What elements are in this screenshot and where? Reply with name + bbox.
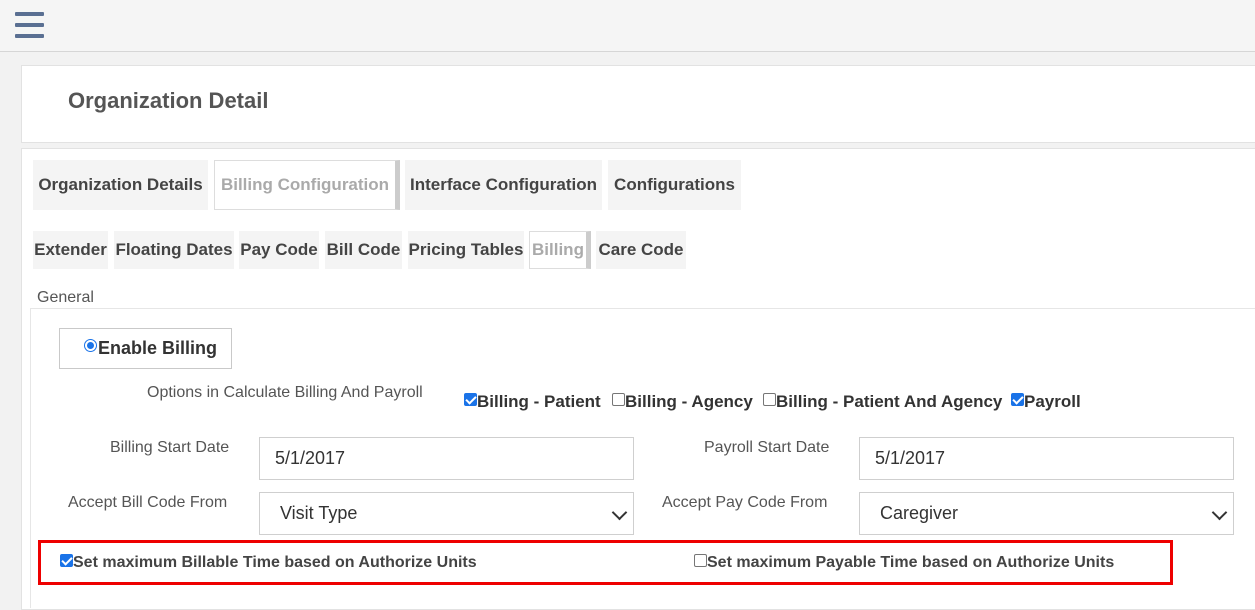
- chevron-down-icon: [611, 504, 628, 521]
- payroll-start-date-label: Payroll Start Date: [704, 439, 830, 456]
- hamburger-menu-icon[interactable]: [15, 12, 44, 38]
- accept-bill-code-from-label: Accept Bill Code From: [68, 494, 228, 511]
- subtab-label: Bill Code: [326, 240, 401, 259]
- subtab-pricing-tables[interactable]: Pricing Tables: [408, 231, 524, 269]
- main-card: Organization Details Billing Configurati…: [21, 148, 1255, 610]
- max-payable-time-checkbox[interactable]: Set maximum Payable Time based on Author…: [694, 554, 1114, 572]
- billing-start-date-input[interactable]: 5/1/2017: [259, 437, 634, 480]
- option-label: Payroll: [1024, 392, 1081, 411]
- checkbox-unchecked-icon[interactable]: [612, 393, 625, 406]
- radio-selected-icon[interactable]: [84, 339, 97, 352]
- option-billing-agency[interactable]: Billing - Agency: [612, 392, 753, 412]
- select-value: Caregiver: [880, 503, 959, 523]
- subtab-floating-dates[interactable]: Floating Dates: [114, 231, 234, 269]
- checkbox-unchecked-icon[interactable]: [763, 393, 776, 406]
- options-label: Options in Calculate Billing And Payroll: [147, 384, 423, 401]
- subtab-pay-code[interactable]: Pay Code: [239, 231, 319, 269]
- page-title: Organization Detail: [68, 88, 269, 113]
- checkbox-checked-icon[interactable]: [464, 393, 477, 406]
- enable-billing-label: Enable Billing: [98, 338, 218, 358]
- checkbox-unchecked-icon[interactable]: [694, 554, 707, 567]
- billing-start-date-label: Billing Start Date: [110, 439, 230, 456]
- tab-label: Configurations: [614, 175, 735, 194]
- chevron-down-icon: [1211, 504, 1228, 521]
- subtab-label: Care Code: [598, 240, 684, 259]
- select-value: Visit Type: [280, 503, 358, 523]
- tab-billing-configuration[interactable]: Billing Configuration: [214, 160, 400, 210]
- checkbox-checked-icon[interactable]: [60, 554, 73, 567]
- option-label: Billing - Agency: [625, 392, 753, 411]
- section-border: [30, 308, 31, 608]
- option-billing-patient-and-agency[interactable]: Billing - Patient And Agency: [763, 392, 1002, 412]
- tab-configurations[interactable]: Configurations: [608, 160, 741, 210]
- subtab-label: Floating Dates: [115, 240, 233, 259]
- tab-label: Organization Details: [38, 175, 203, 194]
- subtab-label: Extender: [34, 240, 107, 259]
- accept-pay-code-from-label: Accept Pay Code From: [662, 494, 828, 511]
- subtab-bill-code[interactable]: Bill Code: [325, 231, 402, 269]
- tab-label: Interface Configuration: [409, 175, 597, 194]
- header-card: Organization Detail: [21, 65, 1255, 143]
- tab-interface-configuration[interactable]: Interface Configuration: [405, 160, 602, 210]
- payroll-start-date-input[interactable]: 5/1/2017: [859, 437, 1234, 480]
- option-billing-patient[interactable]: Billing - Patient: [464, 392, 601, 412]
- max-billable-time-checkbox[interactable]: Set maximum Billable Time based on Autho…: [60, 554, 477, 572]
- tab-label: Billing Configuration: [220, 175, 390, 194]
- top-bar: [0, 0, 1255, 52]
- max-billable-label: Set maximum Billable Time based on Autho…: [73, 554, 477, 571]
- option-label: Billing - Patient: [477, 392, 601, 411]
- max-payable-label: Set maximum Payable Time based on Author…: [707, 554, 1115, 571]
- accept-pay-code-from-select[interactable]: Caregiver: [859, 492, 1234, 535]
- subtab-billing[interactable]: Billing: [529, 231, 591, 269]
- section-divider: [30, 308, 1255, 309]
- subtab-label: Pricing Tables: [408, 240, 524, 259]
- subtab-label: Pay Code: [240, 240, 318, 259]
- enable-billing-radio[interactable]: Enable Billing: [59, 328, 232, 369]
- subtab-extender[interactable]: Extender: [33, 231, 108, 269]
- checkbox-checked-icon[interactable]: [1011, 393, 1024, 406]
- tab-organization-details[interactable]: Organization Details: [33, 160, 208, 210]
- option-payroll[interactable]: Payroll: [1011, 392, 1081, 412]
- accept-bill-code-from-select[interactable]: Visit Type: [259, 492, 634, 535]
- option-label: Billing - Patient And Agency: [776, 392, 1003, 411]
- subtab-care-code[interactable]: Care Code: [596, 231, 686, 269]
- subtab-label: Billing: [532, 240, 584, 259]
- section-label-general: General: [37, 289, 94, 306]
